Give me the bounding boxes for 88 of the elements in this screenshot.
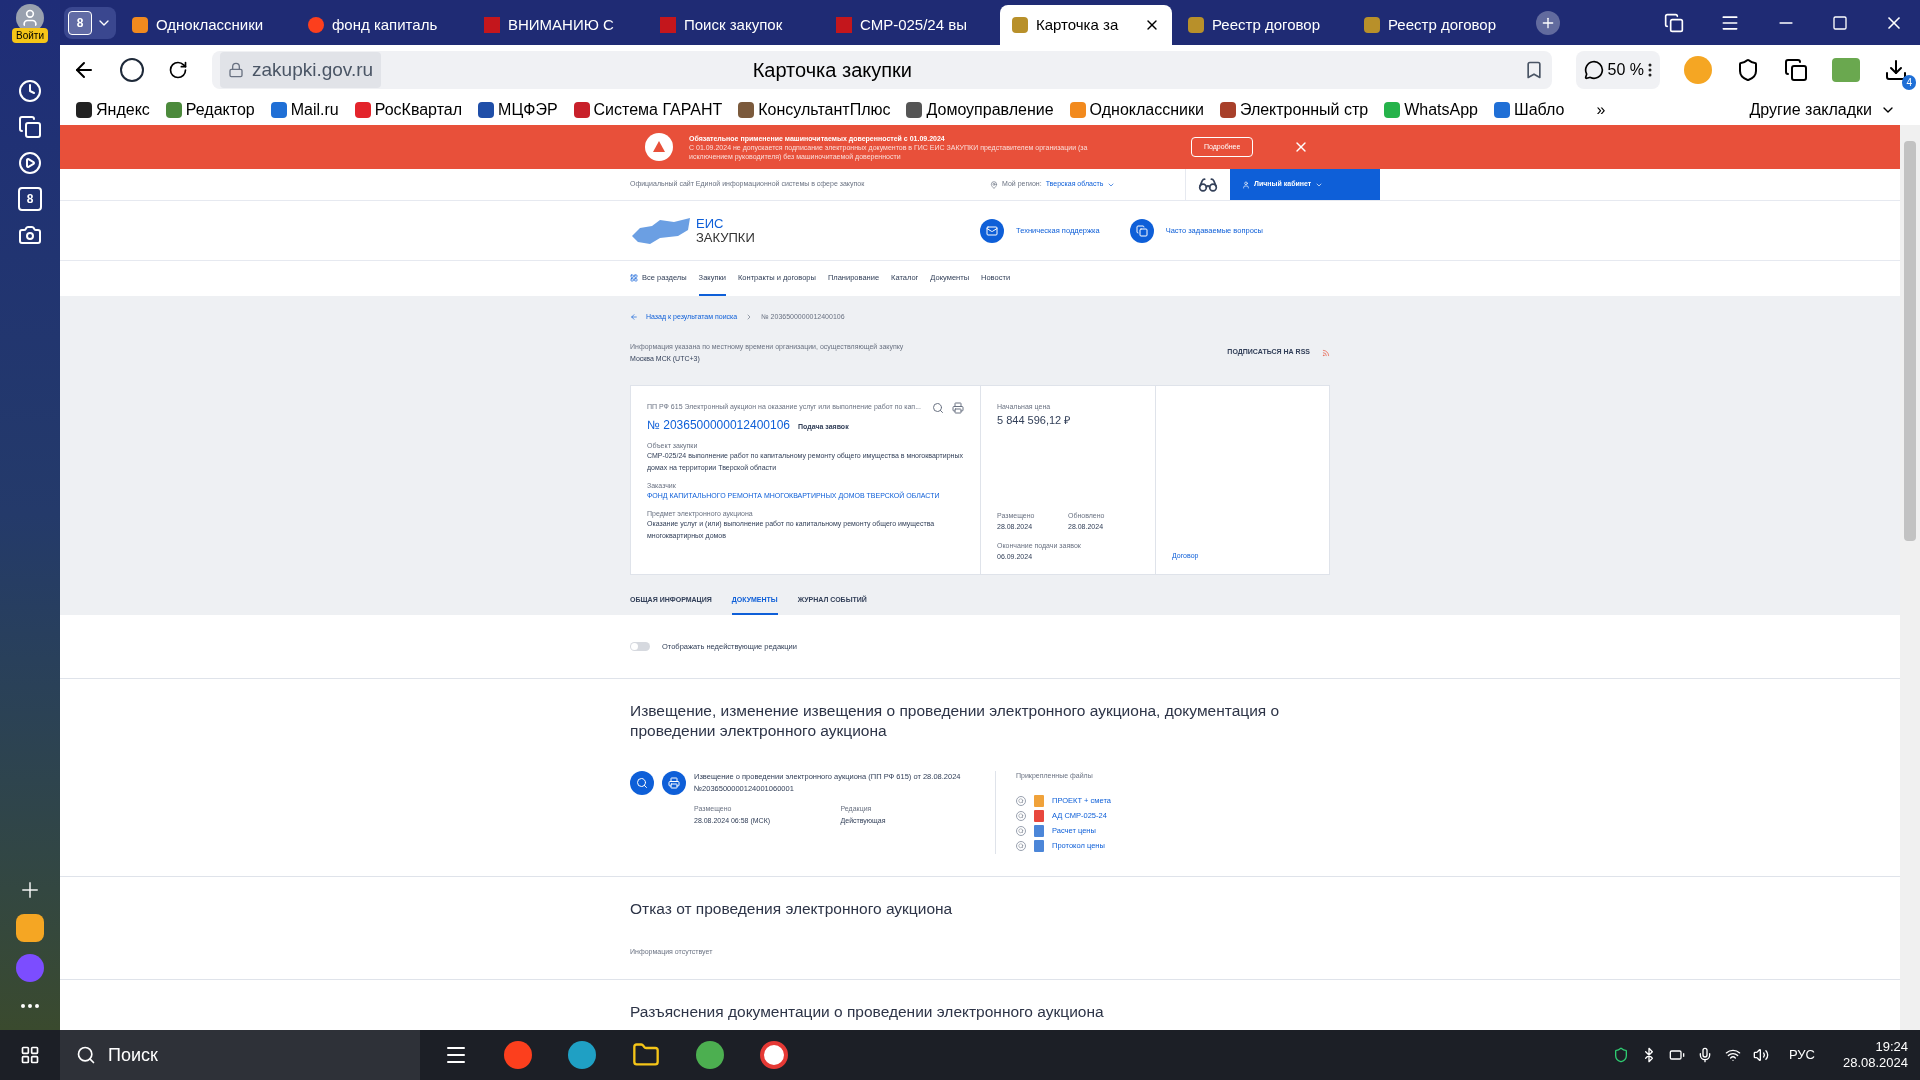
windows-start-icon[interactable] — [20, 1045, 40, 1065]
volume-icon[interactable] — [1752, 1047, 1769, 1063]
file-icon — [1034, 795, 1044, 807]
lock-icon — [228, 62, 244, 78]
pin-icon — [990, 180, 998, 189]
other-bookmarks-button[interactable]: Другие закладки — [1749, 98, 1896, 122]
site-logo[interactable]: ЕИС ЗАКУПКИ — [630, 215, 980, 246]
tab-title: Реестр договор — [1212, 14, 1321, 35]
windows-icon — [1129, 218, 1154, 243]
taskbar-search-field[interactable]: Поиск — [60, 1030, 420, 1080]
tab-title: фонд капиталь — [332, 14, 439, 35]
browser-tab[interactable]: Одноклассники — [120, 5, 292, 45]
warning-icon — [645, 133, 673, 161]
bookmark-item[interactable]: РосКвартал — [354, 98, 463, 122]
tab-title: Поиск закупок — [684, 14, 784, 35]
tab-title: Реестр договор — [1388, 14, 1497, 35]
url-text: zakupki.gov.ru — [252, 57, 374, 82]
bookmark-item[interactable]: Электронный стр — [1219, 98, 1369, 122]
section-heading: Извещение, изменение извещения о проведении электронного аукциона, документация о проведении электронного аукциона — [630, 701, 1281, 741]
toggle-switch[interactable] — [630, 642, 650, 651]
browser-tab[interactable]: ВНИМАНИЮ С — [472, 5, 644, 45]
tab-group-button[interactable]: 8 — [64, 6, 116, 39]
login-label[interactable]: Войти — [12, 28, 48, 43]
tab-title: Карточка за — [1036, 14, 1120, 35]
tab-title: ВНИМАНИЮ С — [508, 14, 615, 35]
file-icon — [1034, 840, 1044, 852]
collections-icon[interactable] — [18, 115, 42, 139]
bookmark-item[interactable]: Яндекс — [76, 98, 150, 122]
bookmark-item[interactable]: Одноклассники — [1069, 98, 1204, 122]
bookmark-item[interactable]: Редактор — [165, 98, 255, 122]
search-icon[interactable] — [932, 401, 944, 414]
comment-icon — [1583, 60, 1604, 80]
bookmark-item[interactable]: Домоуправление — [906, 98, 1054, 122]
reload-icon[interactable] — [168, 60, 188, 80]
battery-icon[interactable] — [1668, 1047, 1685, 1063]
bookmark-item[interactable]: WhatsApp — [1384, 98, 1478, 122]
shield-icon[interactable] — [1612, 1047, 1629, 1063]
more-icon — [1648, 63, 1652, 77]
tabs-icon[interactable] — [1664, 12, 1684, 33]
downloads-count: 4 — [1902, 75, 1916, 90]
tab-title: Одноклассники — [156, 14, 265, 35]
print-icon[interactable] — [662, 771, 686, 795]
new-tab-icon[interactable] — [1536, 10, 1560, 35]
language-indicator[interactable]: РУС — [1788, 1045, 1815, 1065]
tab-count-badge[interactable]: 8 — [18, 187, 42, 211]
price-value: 5 844 596,12 ₽ — [997, 413, 1072, 428]
logo-line: ЕИС — [696, 216, 725, 231]
search-placeholder: Поиск — [108, 1043, 158, 1067]
file-icon — [1034, 810, 1044, 822]
history-icon[interactable] — [18, 79, 42, 103]
more-bookmarks-button[interactable]: » — [1596, 98, 1606, 122]
collections-icon[interactable] — [1784, 58, 1808, 82]
clock[interactable]: 19:24 28.08.2024 — [1842, 1039, 1908, 1071]
section-heading: Разъяснения документации о проведении электронного аукциона — [630, 1002, 1105, 1022]
browser-tab[interactable]: Реестр договор — [1352, 5, 1524, 45]
restore-icon[interactable] — [1832, 14, 1848, 31]
bookmark-item[interactable]: КонсультантПлюс — [738, 98, 891, 122]
browser-tab[interactable]: фонд капиталь — [296, 5, 468, 45]
search-icon — [76, 1045, 96, 1065]
download-icon[interactable] — [1884, 58, 1908, 82]
browser-tab[interactable]: Реестр договор — [1176, 5, 1348, 45]
tab-group-count: 8 — [68, 10, 92, 35]
folder-icon[interactable] — [632, 1041, 660, 1069]
print-icon[interactable] — [952, 401, 964, 414]
user-icon — [1242, 180, 1250, 189]
page-title: Карточка закупки — [751, 58, 913, 83]
wifi-icon[interactable] — [1724, 1047, 1741, 1063]
logo-line: ЗАКУПКИ — [696, 230, 755, 245]
zoom-button[interactable]: 50 % — [1575, 51, 1660, 89]
bookmark-item[interactable]: Система ГАРАНТ — [573, 98, 723, 122]
play-icon[interactable] — [18, 151, 42, 175]
tab-title: СМР-025/24 вы — [860, 14, 968, 35]
bookmark-item[interactable]: Шабло — [1494, 98, 1565, 122]
address-bar[interactable]: zakupki.gov.ru Карточка закупки — [212, 51, 1552, 89]
browser-tab[interactable]: Поиск закупок — [648, 5, 820, 45]
browser-tab[interactable]: Карточка за — [1000, 5, 1172, 45]
bookmark-item[interactable]: Mail.ru — [270, 98, 339, 122]
file-icon — [1034, 825, 1044, 837]
grid-icon — [630, 273, 638, 282]
purchase-number[interactable]: № 2036500000012400106 — [647, 416, 790, 434]
camera-icon[interactable] — [18, 223, 42, 247]
map-logo-icon — [630, 215, 692, 246]
scrollbar[interactable] — [1900, 125, 1920, 1030]
search-icon[interactable] — [630, 771, 654, 795]
browser-tab[interactable]: СМР-025/24 вы — [824, 5, 996, 45]
section-heading: Отказ от проведения электронного аукциона — [630, 898, 954, 919]
bookmark-item[interactable]: МЦФЭР — [478, 98, 558, 122]
shield-icon[interactable] — [1736, 58, 1760, 82]
